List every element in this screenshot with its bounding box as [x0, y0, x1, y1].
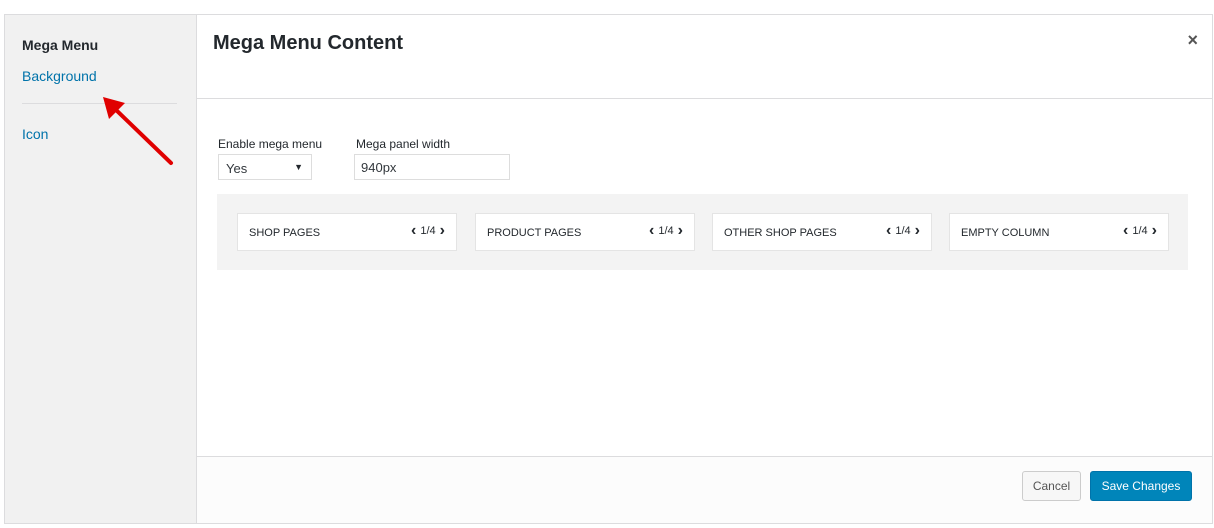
column-width-control: ‹ 1/4 › — [411, 223, 445, 239]
column-width-control: ‹ 1/4 › — [649, 223, 683, 239]
column-other-shop-pages[interactable]: OTHER SHOP PAGES ‹ 1/4 › — [712, 213, 932, 251]
chevron-down-icon: ▼ — [294, 162, 303, 172]
column-title: SHOP PAGES — [249, 227, 321, 239]
annotation-arrow-icon — [103, 97, 173, 165]
column-width-value: 1/4 — [1132, 225, 1148, 237]
mega-menu-modal: Mega Menu Background Icon Mega Menu Cont… — [4, 14, 1213, 524]
enable-mega-menu-label: Enable mega menu — [218, 137, 323, 151]
column-width-value: 1/4 — [420, 225, 436, 237]
chevron-left-icon[interactable]: ‹ — [649, 223, 654, 239]
main-panel: Mega Menu Content × Enable mega menu Meg… — [197, 15, 1212, 523]
column-shop-pages[interactable]: SHOP PAGES ‹ 1/4 › — [237, 213, 457, 251]
chevron-left-icon[interactable]: ‹ — [1123, 223, 1128, 239]
column-width-control: ‹ 1/4 › — [1123, 223, 1157, 239]
close-icon[interactable]: × — [1187, 30, 1198, 51]
mega-panel-width-label: Mega panel width — [356, 137, 451, 151]
page-title: Mega Menu Content — [213, 32, 403, 54]
sidebar: Mega Menu Background Icon — [5, 15, 197, 523]
column-width-value: 1/4 — [895, 225, 911, 237]
column-title: OTHER SHOP PAGES — [724, 227, 837, 239]
chevron-right-icon[interactable]: › — [440, 223, 445, 239]
column-product-pages[interactable]: PRODUCT PAGES ‹ 1/4 › — [475, 213, 695, 251]
column-width-value: 1/4 — [658, 225, 674, 237]
enable-mega-menu-value: Yes — [226, 161, 248, 176]
mega-panel-width-input[interactable]: 940px — [354, 154, 510, 180]
chevron-right-icon[interactable]: › — [915, 223, 920, 239]
column-width-control: ‹ 1/4 › — [886, 223, 920, 239]
enable-mega-menu-select[interactable]: Yes ▼ — [218, 154, 312, 180]
chevron-right-icon[interactable]: › — [1152, 223, 1157, 239]
sidebar-title: Mega Menu — [22, 37, 99, 53]
modal-header: Mega Menu Content × — [197, 15, 1212, 99]
cancel-button[interactable]: Cancel — [1022, 471, 1081, 501]
chevron-right-icon[interactable]: › — [678, 223, 683, 239]
sidebar-item-background[interactable]: Background — [22, 68, 97, 84]
column-empty-column[interactable]: EMPTY COLUMN ‹ 1/4 › — [949, 213, 1169, 251]
columns-area: SHOP PAGES ‹ 1/4 › PRODUCT PAGES ‹ 1/4 ›… — [217, 194, 1188, 270]
chevron-left-icon[interactable]: ‹ — [411, 223, 416, 239]
modal-footer: Cancel Save Changes — [197, 456, 1212, 523]
sidebar-item-icon[interactable]: Icon — [22, 126, 48, 142]
save-changes-button[interactable]: Save Changes — [1090, 471, 1192, 501]
column-title: EMPTY COLUMN — [961, 227, 1050, 239]
chevron-left-icon[interactable]: ‹ — [886, 223, 891, 239]
column-title: PRODUCT PAGES — [487, 227, 582, 239]
